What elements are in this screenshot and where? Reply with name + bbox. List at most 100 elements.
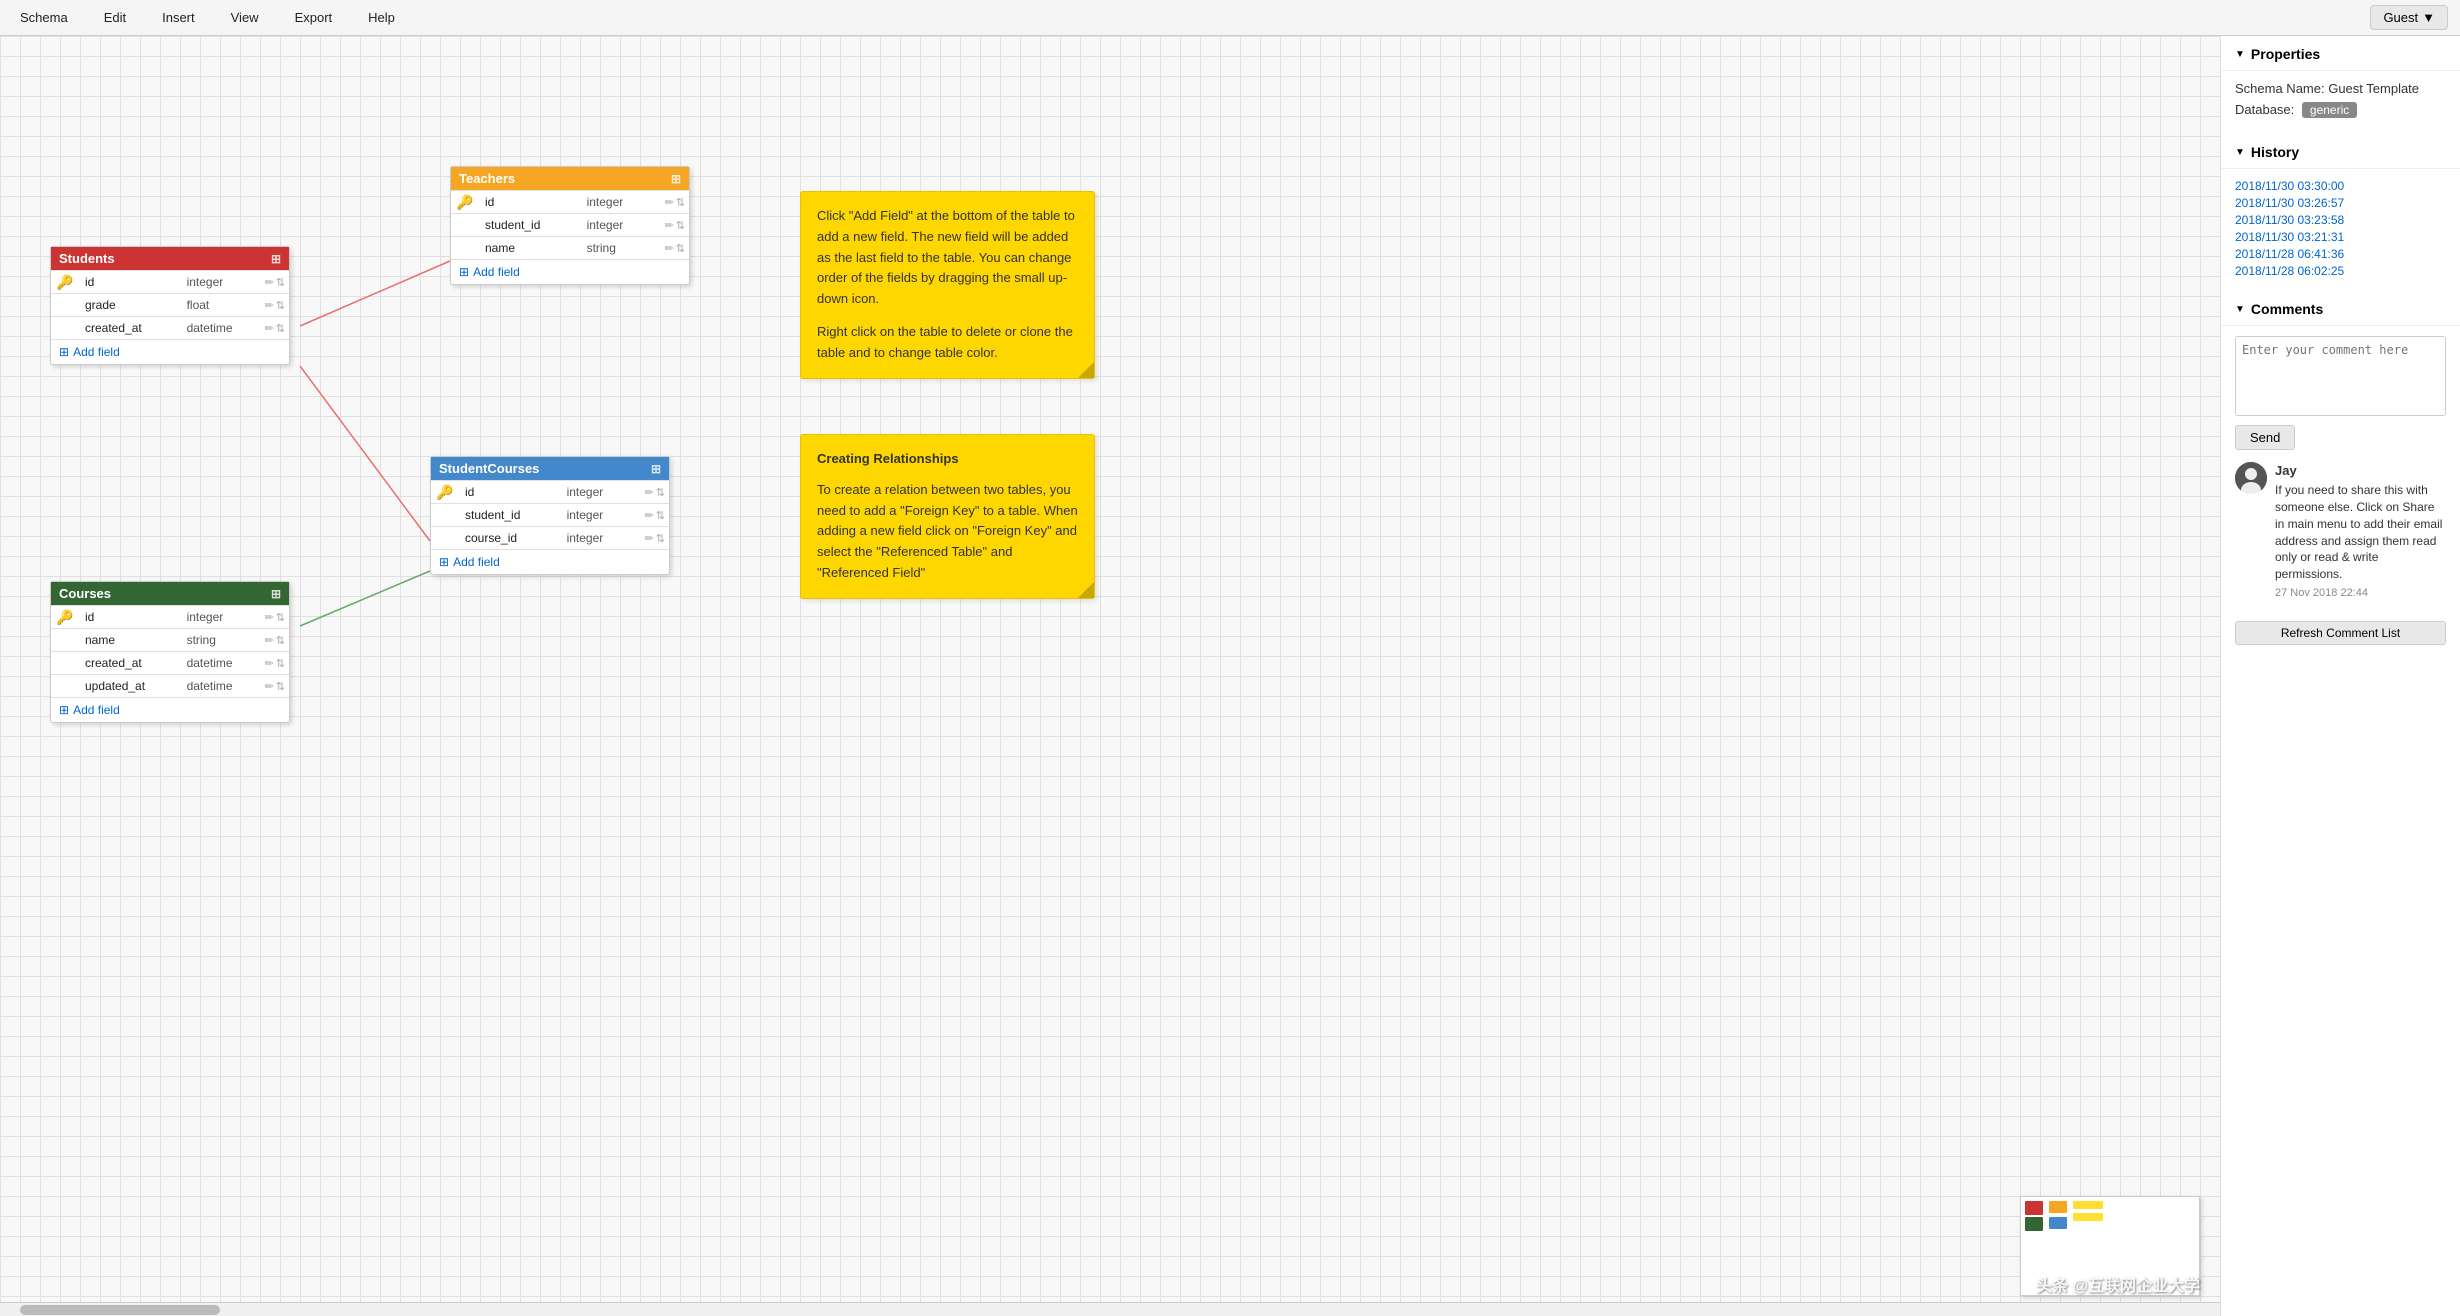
students-header[interactable]: Students ⊞: [51, 247, 289, 270]
field-name: student_id: [479, 214, 581, 236]
sort-icon[interactable]: ⇅: [276, 657, 285, 670]
history-link[interactable]: 2018/11/30 03:21:31: [2235, 230, 2446, 244]
table-row: grade float ✏ ⇅: [51, 293, 289, 316]
edit-icon[interactable]: ✏: [645, 532, 654, 545]
diagram-canvas[interactable]: Teachers ⊞ 🔑 id integer ✏ ⇅ student_id i…: [0, 36, 2220, 1316]
edit-icon[interactable]: ✏: [665, 242, 674, 255]
history-link[interactable]: 2018/11/28 06:41:36: [2235, 247, 2446, 261]
field-actions: ✏ ⇅: [661, 196, 689, 209]
sort-icon[interactable]: ⇅: [276, 611, 285, 624]
sort-icon[interactable]: ⇅: [276, 634, 285, 647]
menu-insert[interactable]: Insert: [154, 6, 203, 29]
students-title: Students: [59, 251, 115, 266]
field-actions: ✏ ⇅: [261, 634, 289, 647]
field-name: created_at: [79, 652, 181, 674]
courses-add-field[interactable]: ⊞ Add field: [51, 697, 289, 722]
note-relationships: Creating Relationships To create a relat…: [800, 434, 1095, 599]
teachers-body: 🔑 id integer ✏ ⇅ student_id integer ✏ ⇅: [451, 190, 689, 259]
history-link[interactable]: 2018/11/30 03:23:58: [2235, 213, 2446, 227]
edit-icon[interactable]: ✏: [265, 299, 274, 312]
history-link[interactable]: 2018/11/30 03:30:00: [2235, 179, 2446, 193]
edit-icon[interactable]: ✏: [645, 509, 654, 522]
field-type: datetime: [181, 652, 261, 674]
sort-icon[interactable]: ⇅: [276, 680, 285, 693]
guest-button[interactable]: Guest ▼: [2370, 5, 2448, 30]
database-label: Database:: [2235, 102, 2294, 117]
edit-icon[interactable]: ✏: [265, 611, 274, 624]
comments-section: ▼ Comments Send Jay If: [2221, 291, 2460, 655]
history-header[interactable]: ▼ History: [2221, 134, 2460, 169]
schema-name-row: Schema Name: Guest Template: [2235, 81, 2446, 96]
sort-icon[interactable]: ⇅: [276, 276, 285, 289]
table-row: 🔑 id integer ✏ ⇅: [431, 480, 669, 503]
sort-icon[interactable]: ⇅: [676, 242, 685, 255]
edit-icon[interactable]: ✏: [265, 322, 274, 335]
edit-icon[interactable]: ✏: [265, 634, 274, 647]
menu-edit[interactable]: Edit: [96, 6, 134, 29]
field-name: grade: [79, 294, 181, 316]
properties-section: ▼ Properties Schema Name: Guest Template…: [2221, 36, 2460, 134]
canvas-scrollbar[interactable]: [0, 1302, 2220, 1316]
sort-icon[interactable]: ⇅: [676, 219, 685, 232]
connector-lines: [0, 36, 2220, 1316]
sort-icon[interactable]: ⇅: [656, 509, 665, 522]
comment-text: If you need to share this with someone e…: [2275, 482, 2446, 583]
scrollbar-thumb[interactable]: [20, 1305, 220, 1315]
note2-title: Creating Relationships: [817, 449, 1078, 470]
menu-help[interactable]: Help: [360, 6, 403, 29]
field-name: student_id: [459, 504, 561, 526]
comment-input[interactable]: [2235, 336, 2446, 416]
courses-header[interactable]: Courses ⊞: [51, 582, 289, 605]
history-link[interactable]: 2018/11/30 03:26:57: [2235, 196, 2446, 210]
field-name: created_at: [79, 317, 181, 339]
comments-header[interactable]: ▼ Comments: [2221, 291, 2460, 326]
edit-icon[interactable]: ✏: [265, 657, 274, 670]
students-add-field[interactable]: ⊞ Add field: [51, 339, 289, 364]
history-link[interactable]: 2018/11/28 06:02:25: [2235, 264, 2446, 278]
minimap[interactable]: [2020, 1196, 2200, 1296]
avatar-icon: [2235, 462, 2267, 494]
table-row: created_at datetime ✏ ⇅: [51, 316, 289, 339]
field-type: integer: [561, 481, 641, 503]
sort-icon[interactable]: ⇅: [656, 532, 665, 545]
add-field-icon: ⊞: [59, 345, 69, 359]
sort-icon[interactable]: ⇅: [656, 486, 665, 499]
studentcourses-add-field[interactable]: ⊞ Add field: [431, 549, 669, 574]
key-icon: 🔑: [51, 609, 79, 626]
refresh-comments-button[interactable]: Refresh Comment List: [2235, 621, 2446, 645]
edit-icon[interactable]: ✏: [665, 196, 674, 209]
menu-view[interactable]: View: [223, 6, 267, 29]
edit-icon[interactable]: ✏: [265, 276, 274, 289]
menu-schema[interactable]: Schema: [12, 6, 76, 29]
sort-icon[interactable]: ⇅: [276, 322, 285, 335]
field-type: datetime: [181, 317, 261, 339]
teachers-add-field[interactable]: ⊞ Add field: [451, 259, 689, 284]
field-type: string: [181, 629, 261, 651]
courses-title: Courses: [59, 586, 111, 601]
field-name: course_id: [459, 527, 561, 549]
add-field-label: Add field: [453, 555, 500, 569]
sort-icon[interactable]: ⇅: [676, 196, 685, 209]
courses-body: 🔑 id integer ✏ ⇅ name string ✏ ⇅: [51, 605, 289, 697]
minimap-svg: [2021, 1197, 2201, 1297]
schema-name-value: Guest Template: [2328, 81, 2419, 96]
teachers-header[interactable]: Teachers ⊞: [451, 167, 689, 190]
sort-icon[interactable]: ⇅: [276, 299, 285, 312]
menu-export[interactable]: Export: [287, 6, 341, 29]
note2-text: To create a relation between two tables,…: [817, 480, 1078, 584]
properties-header[interactable]: ▼ Properties: [2221, 36, 2460, 71]
edit-icon[interactable]: ✏: [265, 680, 274, 693]
edit-icon[interactable]: ✏: [665, 219, 674, 232]
history-chevron: ▼: [2235, 147, 2245, 158]
history-title: History: [2251, 144, 2299, 160]
table-row: student_id integer ✏ ⇅: [431, 503, 669, 526]
key-icon: 🔑: [51, 274, 79, 291]
history-section: ▼ History 2018/11/30 03:30:00 2018/11/30…: [2221, 134, 2460, 291]
field-actions: ✏ ⇅: [261, 276, 289, 289]
table-row: name string ✏ ⇅: [451, 236, 689, 259]
add-field-icon: ⊞: [459, 265, 469, 279]
edit-icon[interactable]: ✏: [645, 486, 654, 499]
studentcourses-header[interactable]: StudentCourses ⊞: [431, 457, 669, 480]
schema-name-label: Schema Name:: [2235, 81, 2325, 96]
send-button[interactable]: Send: [2235, 425, 2295, 450]
